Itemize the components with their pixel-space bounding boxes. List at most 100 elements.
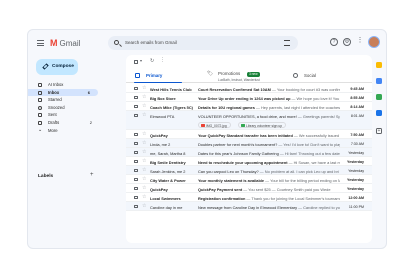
sidebar-item-sent[interactable]: Sent bbox=[28, 111, 100, 119]
email-time: Yesterday bbox=[347, 159, 364, 164]
email-time: 9:45 AM bbox=[350, 86, 364, 91]
more-options-icon[interactable]: ⋮ bbox=[160, 57, 165, 63]
star-icon[interactable]: ☆ bbox=[142, 149, 146, 155]
star-icon[interactable]: ☆ bbox=[142, 203, 146, 209]
email-row[interactable]: ☆ me, Sarah, Martha 8 Dates for this year'… bbox=[126, 148, 372, 157]
email-row[interactable]: ☆ Caroline day in me New message from Caro… bbox=[126, 202, 372, 211]
star-icon[interactable]: ☆ bbox=[142, 131, 146, 137]
send-icon bbox=[38, 113, 42, 118]
select-all-checkbox[interactable] bbox=[134, 60, 138, 64]
row-checkbox[interactable] bbox=[134, 150, 138, 154]
sidebar-item-inbox[interactable]: Inbox 6 bbox=[28, 88, 98, 97]
star-icon[interactable]: ☆ bbox=[142, 85, 146, 91]
calendar-icon[interactable] bbox=[376, 62, 382, 68]
star-icon[interactable]: ☆ bbox=[142, 140, 146, 146]
row-checkbox[interactable] bbox=[134, 186, 138, 190]
list-toolbar: ▾ ↻ ⋮ bbox=[126, 55, 372, 67]
star-icon[interactable]: ☆ bbox=[142, 103, 146, 109]
tab-primary[interactable]: Primary bbox=[126, 68, 198, 83]
email-preview: New message from Caroline Day in Elmwood… bbox=[198, 205, 340, 210]
email-sender: Coach Mike (Tigers 5C) bbox=[150, 104, 193, 110]
settings-icon[interactable]: ⚙ bbox=[343, 38, 351, 46]
sidebar-item-starred[interactable]: Starred bbox=[28, 96, 100, 104]
email-subject: Your QuickPay Standard transfer has been… bbox=[198, 132, 293, 138]
tab-promotions[interactable]: 🏷 Promotions 3 new LuxBath, Instruct, Wa… bbox=[198, 68, 284, 83]
chevron-down-icon[interactable]: ▾ bbox=[140, 58, 142, 63]
star-icon[interactable]: ☆ bbox=[142, 94, 146, 100]
email-row[interactable]: ☆ Sarah Jenkins, me 2 Can you carpool Leo … bbox=[126, 166, 372, 175]
star-icon[interactable]: ☆ bbox=[142, 167, 146, 173]
email-row[interactable]: ☆ Coach Mike (Tigers 5C) Details for 10U r… bbox=[126, 102, 372, 111]
search-icon[interactable] bbox=[114, 40, 119, 45]
row-checkbox[interactable] bbox=[134, 159, 138, 163]
email-row[interactable]: ☆ Local Swimmers Registration confirmation… bbox=[126, 193, 372, 202]
star-icon[interactable]: ☆ bbox=[142, 158, 146, 164]
row-checkbox[interactable] bbox=[134, 86, 138, 90]
sidebar-item-snoozed[interactable]: Snoozed bbox=[28, 104, 100, 112]
row-checkbox[interactable] bbox=[134, 104, 138, 108]
row-checkbox[interactable] bbox=[134, 195, 138, 199]
email-subject: Registration confirmation bbox=[198, 195, 246, 201]
star-icon[interactable]: ☆ bbox=[142, 112, 146, 118]
contacts-icon[interactable] bbox=[376, 110, 382, 116]
email-time: Yesterday bbox=[348, 150, 364, 155]
tab-label: Primary bbox=[146, 73, 163, 78]
row-checkbox[interactable] bbox=[134, 132, 138, 136]
add-label-button[interactable]: + bbox=[90, 172, 94, 178]
row-checkbox[interactable] bbox=[134, 204, 138, 208]
email-preview: Doubles partner for next month's tournam… bbox=[198, 142, 340, 147]
email-row[interactable]: ☆ Big Box Store Your Drive Up order ending… bbox=[126, 93, 372, 102]
main-menu-icon[interactable] bbox=[37, 40, 44, 46]
row-checkbox[interactable] bbox=[134, 177, 138, 181]
email-sender: Linda, me 2 bbox=[150, 141, 171, 147]
add-app-icon[interactable]: + bbox=[376, 128, 382, 134]
new-count-badge: 3 new bbox=[247, 71, 260, 77]
inbox-icon bbox=[135, 73, 140, 78]
avatar[interactable] bbox=[368, 36, 380, 48]
search-input[interactable]: Search emails from Gmail bbox=[108, 36, 298, 50]
email-time: 11:00 PM bbox=[348, 204, 364, 209]
help-icon[interactable]: ? bbox=[330, 38, 338, 46]
row-checkbox[interactable] bbox=[134, 95, 138, 99]
email-row[interactable]: ☆ QuickPay Your QuickPay Standard transfer… bbox=[126, 130, 372, 139]
email-row[interactable]: ☆ Linda, me 2 Doubles partner for next mon… bbox=[126, 139, 372, 148]
email-row[interactable]: ☆ Elmwood PTA VOLUNTEER OPPORTUNITIES, a f… bbox=[126, 111, 372, 130]
sidebar-item-drafts[interactable]: Drafts 2 bbox=[28, 119, 100, 127]
email-row[interactable]: ☆ Big Smile Dentistry Need to reschedule y… bbox=[126, 157, 372, 166]
image-icon bbox=[201, 123, 205, 127]
email-row[interactable]: ☆ City Water & Power Your monthly statemen… bbox=[126, 175, 372, 184]
email-snippet: Yes! I'd love to! Don't want to play G bbox=[283, 141, 340, 147]
gmail-logo[interactable]: M Gmail bbox=[50, 38, 80, 48]
sidebar-item-more[interactable]: ⌄ More bbox=[28, 127, 100, 135]
row-checkbox[interactable] bbox=[134, 141, 138, 145]
row-checkbox[interactable] bbox=[134, 168, 138, 172]
email-sender: QuickPay bbox=[150, 186, 168, 192]
clock-icon bbox=[38, 105, 42, 110]
refresh-icon[interactable]: ↻ bbox=[150, 58, 154, 64]
attachment-chip[interactable]: IMG_0072.jpg bbox=[198, 121, 231, 128]
email-subject: VOLUNTEER OPPORTUNITIES, a food drive, a… bbox=[198, 113, 297, 119]
star-icon[interactable]: ☆ bbox=[142, 176, 146, 182]
tab-subtitle: LuxBath, Instruct, Wanderlust bbox=[218, 77, 260, 82]
email-subject: Can you carpool Leo on Thursday? bbox=[198, 168, 259, 174]
email-snippet: Hi Susan, we have a last minute bbox=[293, 159, 340, 165]
email-snippet: You sent $25 — Courtney Smith paid you W… bbox=[248, 186, 331, 192]
compose-button[interactable]: Compose bbox=[36, 59, 78, 75]
drafts-count: 2 bbox=[89, 119, 92, 125]
star-icon[interactable]: ☆ bbox=[142, 185, 146, 191]
pencil-icon bbox=[42, 63, 49, 70]
email-time: Yesterday bbox=[348, 168, 364, 173]
tasks-icon[interactable] bbox=[376, 94, 382, 100]
keep-icon[interactable] bbox=[376, 78, 382, 84]
email-row[interactable]: ☆ West Hills Tennis Club Court Reservation… bbox=[126, 84, 372, 93]
tab-social[interactable]: Social bbox=[284, 68, 364, 83]
email-sender: me, Sarah, Martha 8 bbox=[150, 150, 186, 156]
sidebar-item-ai-inbox[interactable]: AI Inbox bbox=[28, 81, 100, 89]
row-checkbox[interactable] bbox=[134, 113, 138, 117]
tab-label: Social bbox=[304, 73, 316, 78]
star-icon[interactable]: ☆ bbox=[142, 194, 146, 200]
search-options-icon[interactable] bbox=[284, 40, 290, 46]
attachment-chip[interactable]: Library volunteer sign up bbox=[238, 121, 287, 128]
email-row[interactable]: ☆ QuickPay QuickPay Payment sent — You sen… bbox=[126, 184, 372, 193]
apps-grid-icon[interactable]: ⋮ bbox=[356, 37, 364, 46]
